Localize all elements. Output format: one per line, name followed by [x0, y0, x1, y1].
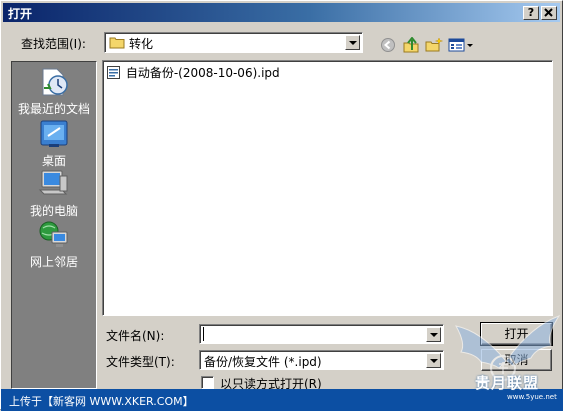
text-cursor: [203, 327, 204, 341]
lookin-combobox[interactable]: 转化: [104, 32, 363, 53]
filename-combobox[interactable]: [199, 324, 444, 344]
watermark-url: www.5yue.net: [507, 393, 557, 401]
open-dialog: 打开 ? 查找范围(I): 转化 我最近的文档 桌面 我的电脑 网上邻居 自动备…: [0, 0, 563, 411]
new-folder-icon[interactable]: [425, 37, 443, 53]
network-places-icon: [39, 221, 68, 247]
filetype-label: 文件类型(T):: [106, 355, 175, 369]
place-desktop[interactable]: 桌面: [12, 118, 96, 169]
lookin-dropdown-button[interactable]: [345, 35, 360, 50]
filename-dropdown-button[interactable]: [426, 327, 441, 342]
filename-label: 文件名(N):: [106, 329, 165, 343]
file-name: 自动备份-(2008-10-06).ipd: [125, 66, 280, 80]
list-item[interactable]: 自动备份-(2008-10-06).ipd: [107, 64, 280, 81]
upload-banner-text: 上传于【新客网 WWW.XKER.COM】: [9, 395, 194, 408]
place-label: 我最近的文档: [17, 102, 90, 116]
lookin-value: 转化: [129, 37, 154, 51]
recent-documents-icon: [42, 68, 68, 96]
filetype-dropdown-button[interactable]: [426, 353, 441, 368]
place-network[interactable]: 网上邻居: [12, 219, 96, 270]
folder-icon: [109, 37, 125, 49]
back-icon[interactable]: [379, 37, 397, 53]
close-button[interactable]: [541, 6, 557, 20]
up-folder-icon[interactable]: [402, 37, 420, 53]
places-bar: 我最近的文档 桌面 我的电脑 网上邻居: [11, 61, 97, 389]
desktop-icon: [40, 120, 68, 147]
place-label: 桌面: [41, 154, 66, 168]
view-menu-icon[interactable]: [448, 37, 474, 53]
close-icon: [544, 8, 553, 17]
window-title: 打开: [8, 7, 33, 21]
help-button[interactable]: ?: [523, 6, 539, 20]
title-bar: 打开 ?: [3, 3, 560, 22]
readonly-checkbox[interactable]: [201, 376, 214, 389]
place-my-computer[interactable]: 我的电脑: [12, 168, 96, 219]
place-label: 我的电脑: [29, 204, 78, 218]
lookin-label: 查找范围(I):: [21, 37, 86, 51]
filetype-combobox[interactable]: 备份/恢复文件 (*.ipd): [199, 350, 444, 370]
filetype-value: 备份/恢复文件 (*.ipd): [204, 355, 322, 369]
watermark-text: 贵月联盟: [475, 374, 540, 392]
document-icon: [107, 66, 120, 79]
place-label: 网上邻居: [29, 255, 78, 269]
my-computer-icon: [38, 170, 68, 195]
file-list[interactable]: [102, 60, 553, 316]
place-recent-documents[interactable]: 我最近的文档: [12, 66, 96, 117]
